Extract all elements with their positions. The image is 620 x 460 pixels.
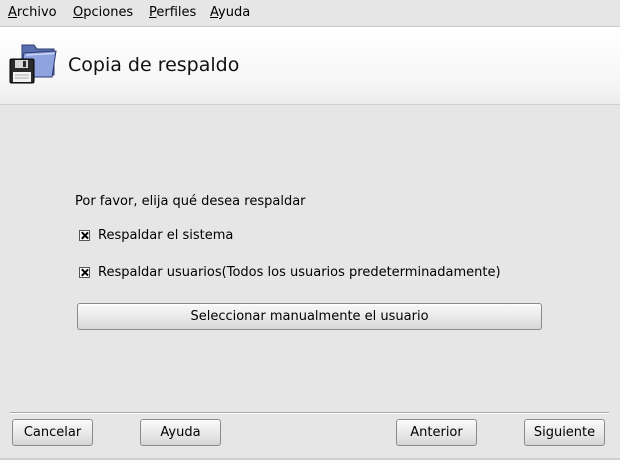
menu-archivo-mnemonic: A [8, 5, 17, 20]
backup-system-checkbox[interactable] [79, 230, 90, 241]
instruction-text: Por favor, elija qué desea respaldar [75, 194, 306, 209]
menu-perfiles[interactable]: Perfiles [149, 5, 196, 20]
menu-bar: Archivo Opciones Perfiles Ayuda [0, 0, 620, 27]
cancel-button[interactable]: Cancelar [12, 419, 93, 446]
help-button[interactable]: Ayuda [140, 419, 221, 446]
footer-separator [10, 412, 609, 414]
backup-users-label[interactable]: Respaldar usuarios(Todos los usuarios pr… [98, 265, 501, 280]
menu-archivo[interactable]: Archivo [8, 5, 57, 20]
next-button[interactable]: Siguiente [524, 419, 605, 446]
menu-ayuda-label: yuda [218, 5, 251, 20]
menu-ayuda[interactable]: Ayuda [210, 5, 250, 20]
menu-perfiles-label: erfiles [156, 5, 197, 20]
backup-floppy-folder-icon [8, 41, 58, 85]
select-users-manually-button[interactable]: Seleccionar manualmente el usuario [77, 303, 542, 330]
backup-system-label[interactable]: Respaldar el sistema [98, 228, 233, 243]
menu-ayuda-mnemonic: A [210, 5, 219, 20]
menu-opciones-label: pciones [83, 5, 134, 20]
previous-button[interactable]: Anterior [396, 419, 477, 446]
page-title: Copia de respaldo [68, 54, 240, 76]
menu-archivo-label: rchivo [16, 5, 57, 20]
menu-opciones-mnemonic: O [73, 5, 84, 20]
wizard-header: Copia de respaldo [0, 27, 620, 105]
menu-opciones[interactable]: Opciones [73, 5, 133, 20]
backup-users-checkbox[interactable] [79, 267, 90, 278]
